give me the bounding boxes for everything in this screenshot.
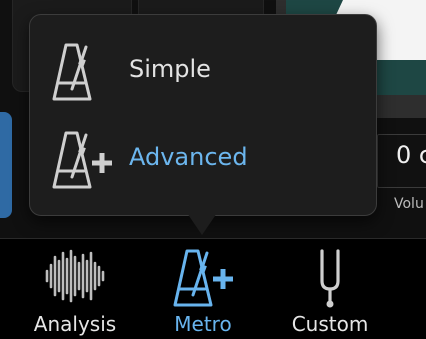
bottom-tab-bar: Analysis Metro Custom	[0, 238, 426, 339]
waveform-icon	[43, 247, 107, 309]
menu-item-label: Advanced	[129, 143, 248, 171]
menu-item-label: Simple	[129, 55, 211, 83]
tab-custom[interactable]: Custom	[270, 239, 390, 339]
popup-pointer	[187, 213, 217, 235]
side-button[interactable]	[0, 112, 12, 218]
metronome-mode-menu: Simple Advanced	[29, 14, 377, 216]
metronome-plus-icon	[170, 247, 236, 313]
tab-metro[interactable]: Metro	[143, 239, 263, 339]
value-display-text: 0 c	[396, 141, 426, 169]
menu-item-advanced[interactable]: Advanced	[30, 119, 376, 199]
tuning-fork-icon	[315, 247, 345, 313]
tab-label: Metro	[174, 312, 232, 336]
metronome-plus-icon	[50, 127, 116, 197]
tab-label: Custom	[291, 312, 369, 336]
value-display: 0 c	[377, 134, 426, 188]
volume-label: Volu	[394, 196, 424, 212]
tab-label: Analysis	[33, 312, 117, 336]
menu-item-simple[interactable]: Simple	[30, 31, 376, 111]
tab-analysis[interactable]: Analysis	[15, 239, 135, 339]
metronome-icon	[50, 39, 100, 109]
